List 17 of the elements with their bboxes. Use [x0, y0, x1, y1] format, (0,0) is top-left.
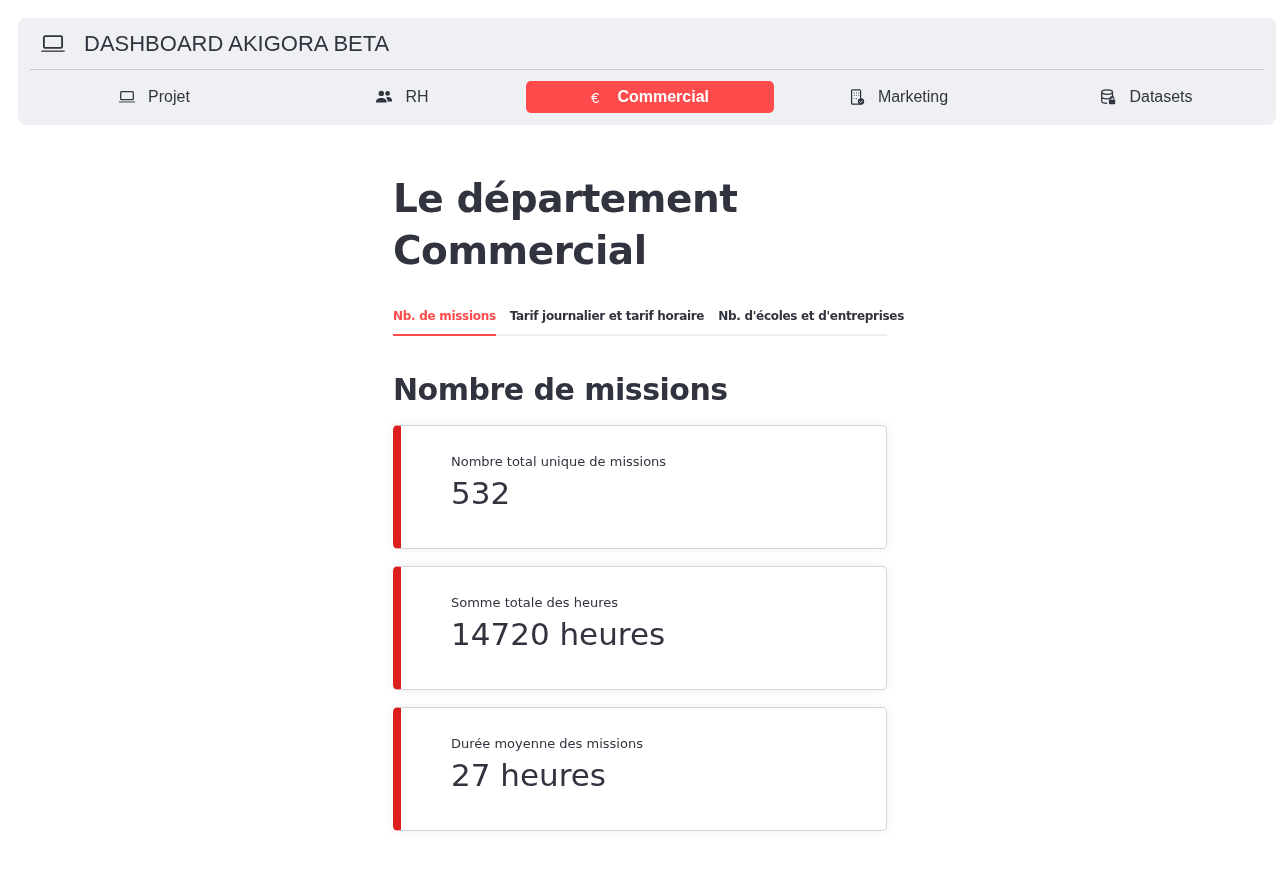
- database-icon: [1099, 88, 1118, 106]
- tab[interactable]: Tarif journalier et tarif horaire: [509, 303, 705, 336]
- nav-item[interactable]: Projet: [30, 81, 278, 113]
- metric-value: 532: [451, 475, 512, 511]
- nav-item[interactable]: RH: [278, 81, 526, 113]
- page-title: Le département Commercial: [393, 175, 739, 275]
- metric-label: Durée moyenne des missions: [451, 736, 644, 751]
- metric-value: 14720 heures: [451, 616, 667, 652]
- nav-item[interactable]: Marketing: [774, 81, 1022, 113]
- tab[interactable]: Nb. d'écoles et d'entreprises: [718, 303, 905, 336]
- app-title: DASHBOARD AKIGORA BETA: [84, 30, 390, 57]
- metric-value: 27 heures: [451, 757, 607, 793]
- metric-label: Nombre total unique de missions: [451, 454, 668, 469]
- euro-icon: €: [591, 88, 600, 106]
- nav-item[interactable]: Datasets: [1022, 81, 1270, 113]
- section-title: Nombre de missions: [393, 372, 729, 407]
- metric-label: Somme totale des heures: [451, 595, 619, 610]
